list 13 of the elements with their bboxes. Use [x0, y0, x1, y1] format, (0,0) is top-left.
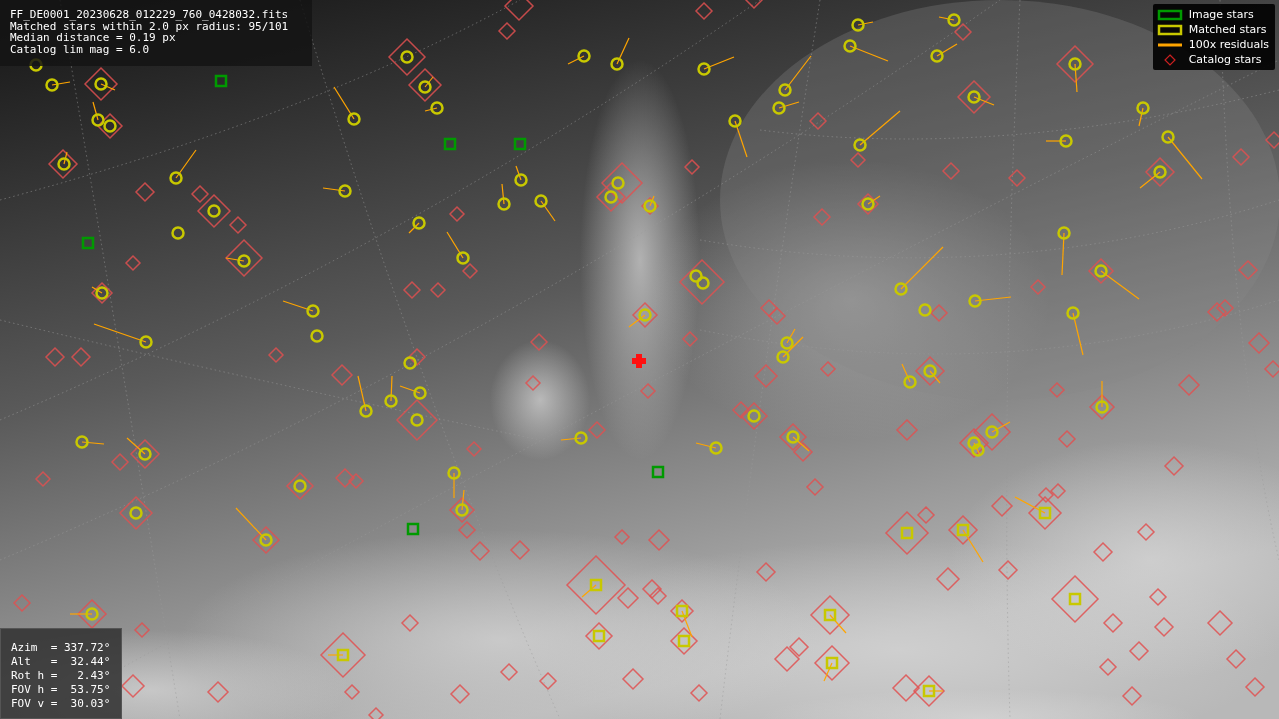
pointing-text: FOV v = 30.03°	[11, 697, 112, 711]
legend-label: 100x residuals	[1188, 38, 1269, 52]
legend-label: Catalog stars	[1188, 53, 1262, 67]
info-text: Catalog lim mag = 6.0	[10, 43, 151, 55]
legend-label: Matched stars	[1188, 23, 1267, 37]
info-text: Median distance = 0.19 px	[10, 32, 176, 44]
pointing-text: Azim = 337.72°	[11, 641, 112, 655]
info-text: FF_DE0001_20230628_012229_760_0428032.fits	[10, 9, 290, 21]
legend-label: Image stars	[1188, 8, 1254, 22]
info-text: Matched stars within 2.0 px radius: 95/101	[10, 20, 290, 32]
pointing-text: FOV h = 53.75°	[11, 683, 112, 697]
pointing-text: Rot h = 2.43°	[11, 669, 112, 683]
pointing-text: Alt = 32.44°	[11, 655, 112, 669]
